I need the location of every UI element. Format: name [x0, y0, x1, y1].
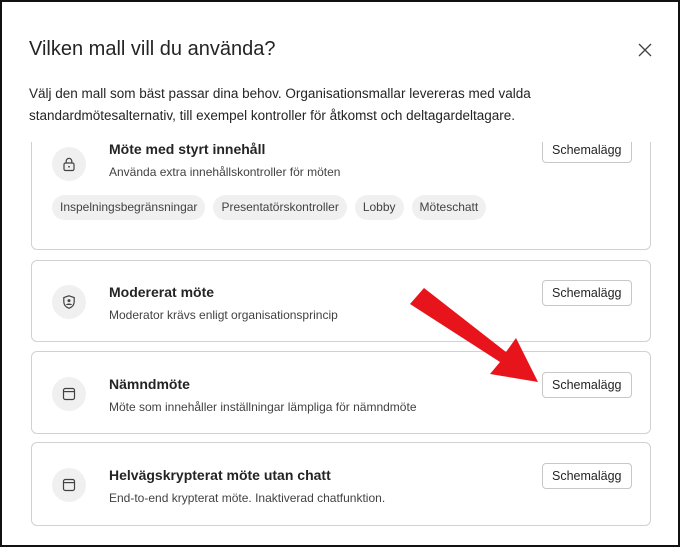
dialog-title: Vilken mall vill du använda?: [29, 38, 276, 60]
template-dialog: Vilken mall vill du använda? Välj den ma…: [0, 0, 680, 547]
chip-lobby: Lobby: [354, 195, 404, 220]
window-icon: [62, 387, 76, 401]
close-icon: [638, 43, 652, 57]
schedule-button-moderated[interactable]: Schemalägg: [542, 280, 632, 306]
dialog-description: Välj den mall som bäst passar dina behov…: [29, 86, 531, 123]
template-list[interactable]: Möte med styrt innehåll Använda extra in…: [2, 142, 678, 545]
card-subtitle: Moderator krävs enligt organisationsprin…: [109, 308, 338, 322]
chip-recording-restrictions: Inspelningsbegränsningar: [52, 195, 206, 220]
schedule-button-e2e-encrypted[interactable]: Schemalägg: [542, 463, 632, 489]
template-card-e2e-encrypted: Helvägskrypterat möte utan chatt End-to-…: [31, 442, 651, 526]
card-title: Helvägskrypterat möte utan chatt: [109, 467, 331, 483]
card-title: Nämndmöte: [109, 376, 190, 392]
schedule-button-controlled-content[interactable]: Schemalägg: [542, 142, 632, 163]
feature-chips: Inspelningsbegränsningar Presentatörskon…: [52, 195, 487, 220]
chip-presenter-controls: Presentatörskontroller: [213, 195, 347, 220]
template-card-board-meeting: Nämndmöte Möte som innehåller inställnin…: [31, 351, 651, 434]
schedule-button-board-meeting[interactable]: Schemalägg: [542, 372, 632, 398]
card-icon-container: [52, 285, 86, 319]
card-subtitle: Använda extra innehållskontroller för mö…: [109, 165, 341, 179]
card-title: Modererat möte: [109, 284, 215, 300]
card-title: Möte med styrt innehåll: [109, 142, 266, 157]
template-card-moderated: Modererat möte Moderator krävs enligt or…: [31, 260, 651, 342]
window-icon: [62, 478, 76, 492]
template-card-controlled-content: Möte med styrt innehåll Använda extra in…: [31, 142, 651, 250]
card-icon-container: [52, 377, 86, 411]
card-subtitle: Möte som innehåller inställningar lämpli…: [109, 400, 417, 414]
card-icon-container: [52, 468, 86, 502]
card-subtitle: End-to-end krypterat möte. Inaktiverad c…: [109, 491, 386, 505]
card-icon-container: [52, 147, 86, 181]
close-button[interactable]: [634, 39, 656, 61]
shield-person-icon: [63, 295, 75, 309]
chip-meeting-chat: Möteschatt: [411, 195, 487, 220]
lock-icon: [63, 157, 75, 172]
